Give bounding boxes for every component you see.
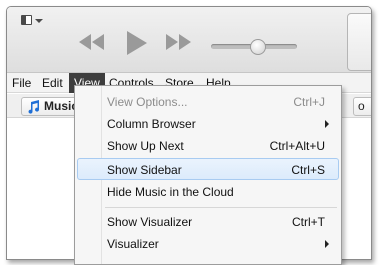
- app-menu-icon[interactable]: [21, 14, 45, 28]
- chevron-down-icon: [35, 19, 43, 23]
- menu-item-shortcut: Ctrl+S: [291, 163, 325, 177]
- menu-separator: [105, 207, 337, 208]
- toolbar-right-button[interactable]: o: [353, 97, 371, 116]
- menu-item-shortcut: Ctrl+J: [293, 95, 325, 109]
- player-toolbar: [7, 7, 371, 73]
- menu-item-label: Show Visualizer: [107, 215, 193, 229]
- menu-item-label: Column Browser: [107, 117, 196, 131]
- menu-item-show-visualizer[interactable]: Show Visualizer Ctrl+T: [77, 211, 339, 233]
- menu-item-shortcut: Ctrl+T: [292, 215, 325, 229]
- play-icon: [127, 31, 147, 55]
- menu-item-column-browser[interactable]: Column Browser: [77, 113, 339, 135]
- menu-item-label: Hide Music in the Cloud: [107, 185, 234, 199]
- menu-item-label: Show Sidebar: [107, 163, 182, 177]
- menu-item-label: View Options...: [107, 95, 188, 109]
- submenu-arrow-icon: [325, 120, 329, 128]
- fast-forward-button[interactable]: [165, 34, 191, 50]
- music-note-icon: [27, 100, 41, 115]
- volume-slider[interactable]: [211, 39, 297, 55]
- view-menu-dropdown: View Options... Ctrl+J Column Browser Sh…: [74, 85, 342, 265]
- menu-item-visualizer[interactable]: Visualizer: [77, 233, 339, 255]
- menu-item-shortcut: Ctrl+Alt+U: [269, 139, 325, 153]
- menu-item-label: Show Up Next: [107, 139, 184, 153]
- content-area: [7, 119, 79, 259]
- menu-item-show-sidebar[interactable]: Show Sidebar Ctrl+S: [77, 158, 339, 180]
- music-library-label: Music: [44, 99, 79, 113]
- rewind-icon: [79, 34, 104, 50]
- fast-forward-icon: [166, 34, 191, 50]
- menu-item-hide-music-cloud[interactable]: Hide Music in the Cloud: [77, 181, 339, 203]
- menu-item-label: Visualizer: [107, 237, 159, 251]
- rewind-button[interactable]: [79, 34, 105, 50]
- menu-item-view-options[interactable]: View Options... Ctrl+J: [77, 91, 339, 113]
- music-library-button[interactable]: Music: [21, 97, 81, 116]
- submenu-arrow-icon: [325, 240, 329, 248]
- play-button[interactable]: [125, 31, 149, 55]
- menu-file[interactable]: File: [7, 73, 36, 93]
- menu-edit[interactable]: Edit: [37, 73, 68, 93]
- volume-knob[interactable]: [250, 39, 267, 55]
- now-playing-display: [347, 13, 371, 71]
- menu-item-show-up-next[interactable]: Show Up Next Ctrl+Alt+U: [77, 135, 339, 157]
